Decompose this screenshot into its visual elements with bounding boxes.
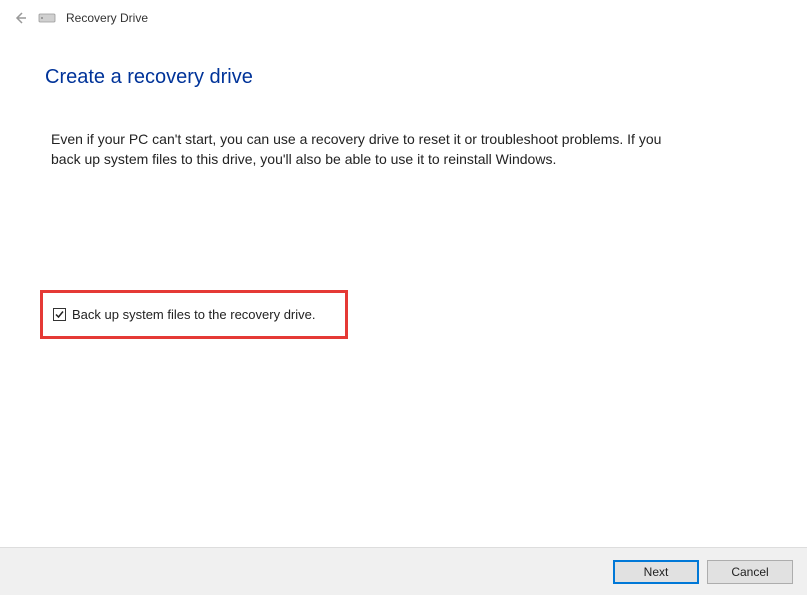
footer-bar: Next Cancel — [0, 547, 807, 595]
backup-checkbox-label: Back up system files to the recovery dri… — [72, 307, 315, 322]
checkbox-highlight-box: Back up system files to the recovery dri… — [40, 290, 348, 339]
page-description: Even if your PC can't start, you can use… — [51, 129, 691, 170]
drive-icon — [38, 11, 56, 25]
window-title: Recovery Drive — [66, 11, 148, 25]
page-title: Create a recovery drive — [45, 66, 762, 89]
backup-checkbox[interactable] — [53, 308, 66, 321]
window-header: Recovery Drive — [0, 0, 807, 36]
cancel-button[interactable]: Cancel — [707, 560, 793, 584]
backup-checkbox-row[interactable]: Back up system files to the recovery dri… — [53, 307, 315, 322]
content-area: Create a recovery drive Even if your PC … — [0, 36, 807, 339]
back-arrow-icon[interactable] — [12, 10, 28, 26]
next-button[interactable]: Next — [613, 560, 699, 584]
